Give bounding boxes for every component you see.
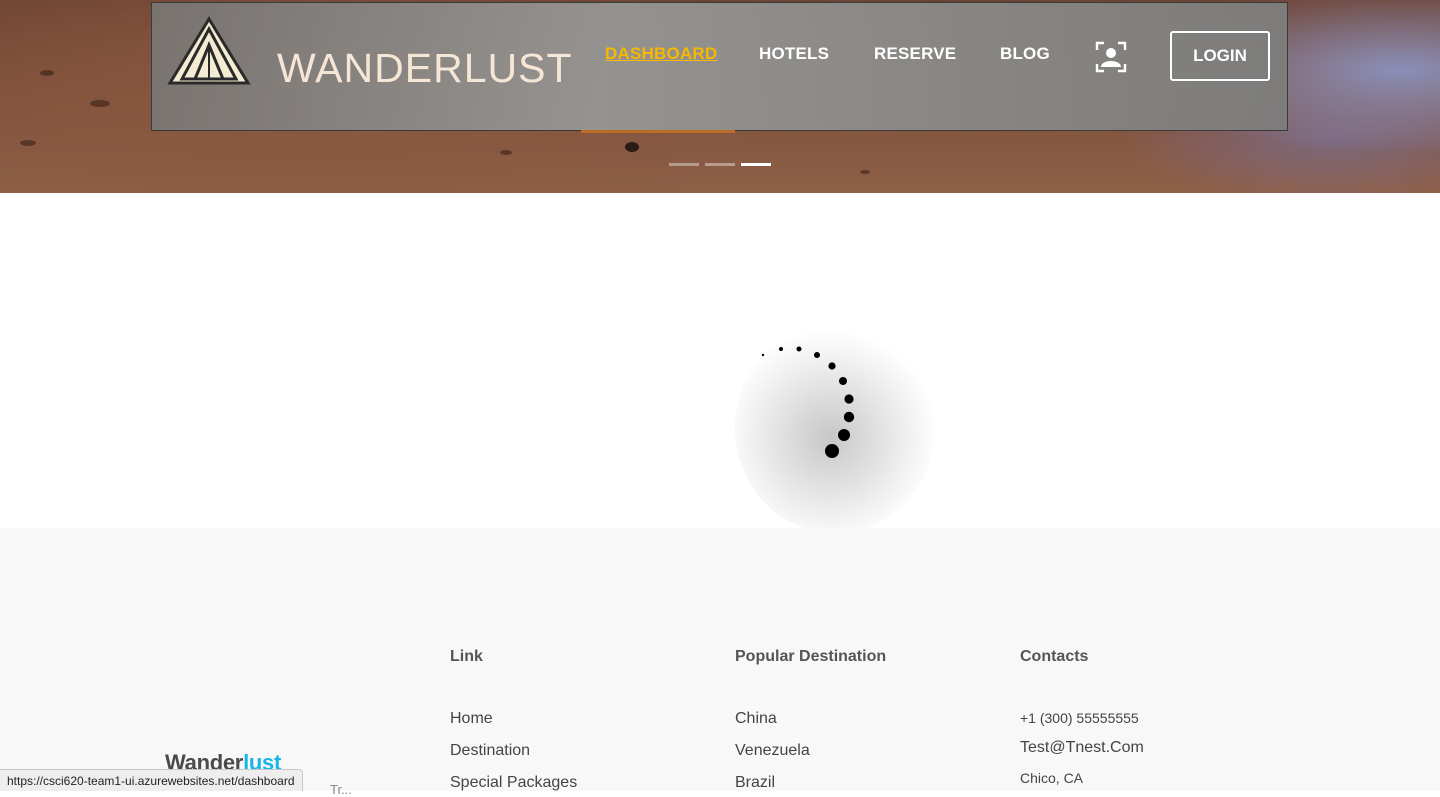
hero-texture — [90, 100, 110, 107]
brand-title[interactable]: WANDERLUST — [277, 45, 573, 92]
nav-blog[interactable]: BLOG — [1000, 44, 1050, 64]
footer-destination-china[interactable]: China — [735, 710, 777, 728]
contact-phone: +1 (300) 55555555 — [1020, 710, 1139, 726]
hero-texture — [860, 170, 870, 174]
footer-link-home[interactable]: Home — [450, 710, 493, 728]
nav-reserve[interactable]: RESERVE — [874, 44, 956, 64]
footer-contacts-title: Contacts — [1020, 648, 1089, 665]
hero-banner: WANDERLUST DASHBOARD HOTELS RESERVE BLOG… — [0, 0, 1440, 193]
top-navbar: WANDERLUST DASHBOARD HOTELS RESERVE BLOG… — [151, 2, 1288, 133]
tent-logo-icon[interactable] — [166, 15, 252, 87]
slider-dot[interactable] — [705, 163, 735, 166]
footer-links-title: Link — [450, 648, 483, 665]
user-profile-icon[interactable] — [1095, 41, 1127, 73]
nav-hotels[interactable]: HOTELS — [759, 44, 829, 64]
hero-texture — [20, 140, 36, 146]
status-bar-url: https://csci620-team1-ui.azurewebsites.n… — [0, 769, 303, 791]
footer-destination-brazil[interactable]: Brazil — [735, 774, 775, 792]
slider-dot-active[interactable] — [741, 163, 771, 166]
site-footer: Link Home Destination Special Packages P… — [0, 528, 1440, 797]
footer-link-special-packages[interactable]: Special Packages — [450, 774, 577, 792]
footer-destination-venezuela[interactable]: Venezuela — [735, 742, 810, 760]
active-nav-indicator — [581, 130, 735, 133]
hero-texture — [40, 70, 54, 76]
login-button[interactable]: LOGIN — [1170, 31, 1270, 81]
contact-location: Chico, CA — [1020, 770, 1084, 786]
hero-texture — [625, 142, 639, 152]
slider-dot[interactable] — [669, 163, 699, 166]
spinner-dots-icon — [761, 346, 855, 458]
nav-dashboard[interactable]: DASHBOARD — [605, 44, 717, 64]
footer-destinations-title: Popular Destination — [735, 648, 887, 665]
hero-slider-indicators — [669, 163, 771, 166]
hero-texture — [500, 150, 512, 155]
contact-email[interactable]: Test@Tnest.Com — [1020, 739, 1144, 757]
content-loading-area — [0, 193, 1440, 533]
footer-link-destination[interactable]: Destination — [450, 742, 530, 760]
footer-tagline: Tr... — [330, 782, 352, 797]
